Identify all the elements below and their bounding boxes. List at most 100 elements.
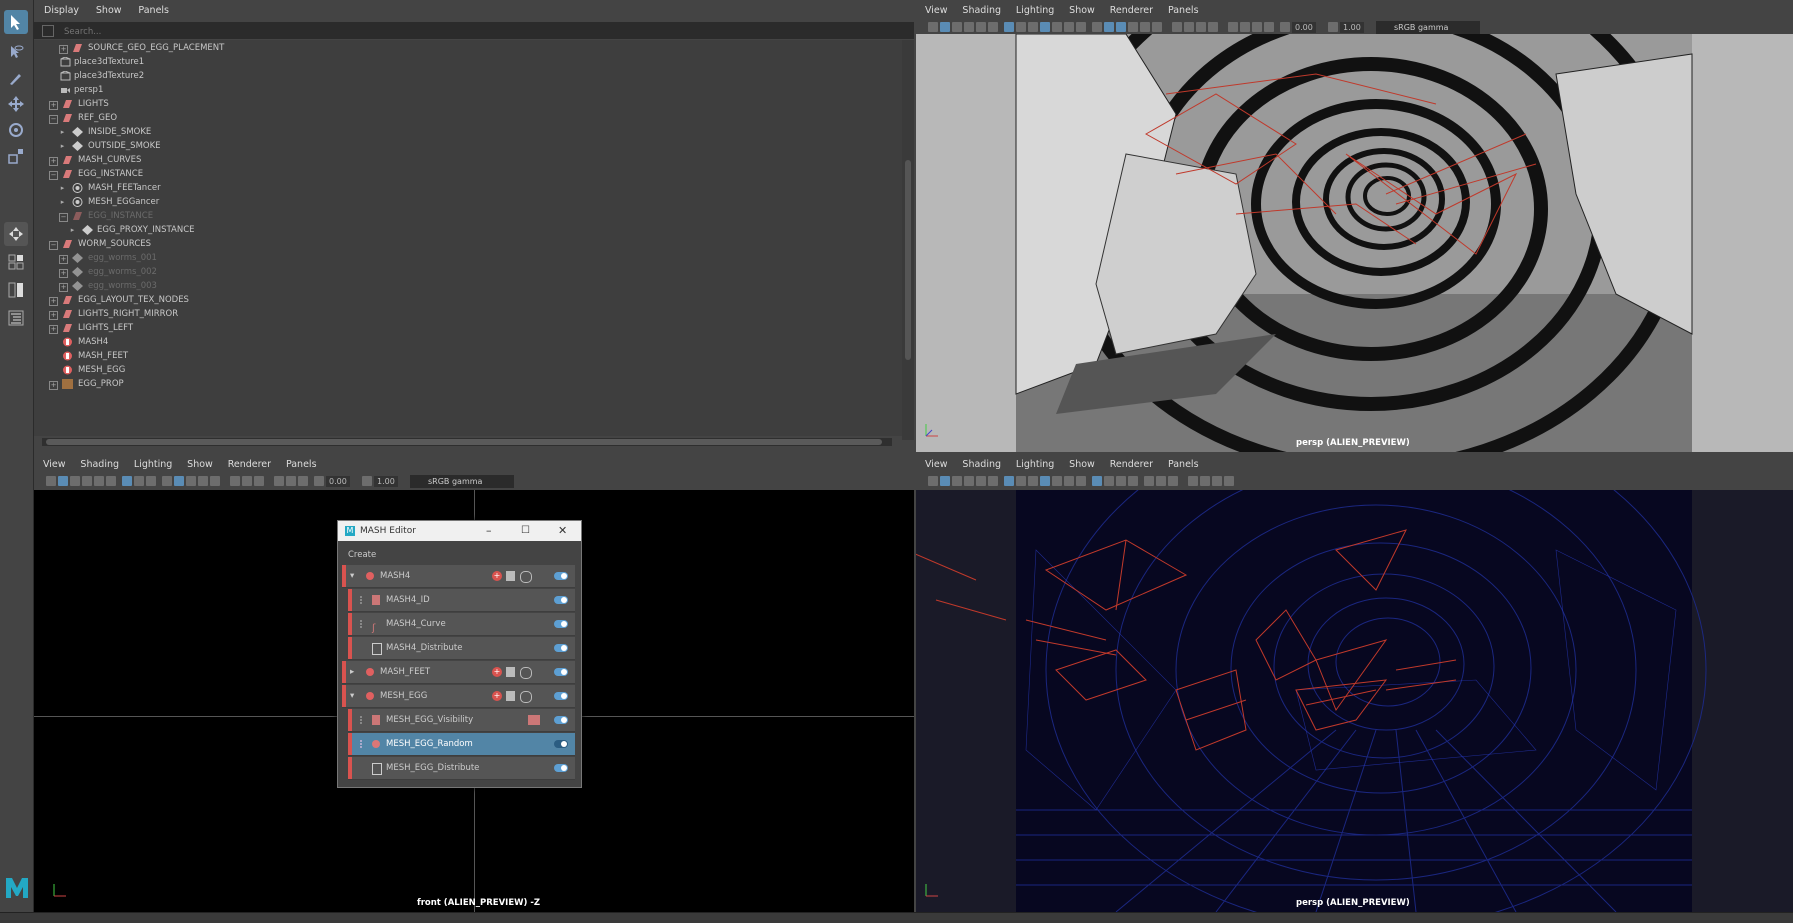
anti-aliasing-icon[interactable]: [254, 476, 264, 486]
scroll-thumb[interactable]: [905, 160, 911, 360]
xray-joints-icon[interactable]: [298, 476, 308, 486]
enable-toggle[interactable]: [554, 764, 568, 772]
mash-menu-create[interactable]: Create: [348, 550, 376, 560]
mash-editor-titlebar[interactable]: M MASH Editor – ☐ ✕: [338, 521, 581, 541]
expand-arrow-icon[interactable]: ▸: [59, 143, 66, 150]
search-options-icon[interactable]: [42, 25, 54, 37]
last-tool-icon[interactable]: [4, 222, 28, 246]
minimize-icon[interactable]: –: [486, 521, 492, 541]
camera-lock-icon[interactable]: [940, 476, 950, 486]
mash-network-row[interactable]: ▾ MASH4 +: [342, 565, 575, 588]
move-tool-icon[interactable]: [4, 92, 28, 116]
xray-joints-icon[interactable]: [1252, 22, 1262, 32]
motion-blur-icon[interactable]: [1156, 476, 1166, 486]
notes-icon[interactable]: [506, 667, 515, 677]
link-icon[interactable]: [520, 691, 532, 703]
shadows-icon[interactable]: [1152, 22, 1162, 32]
enable-toggle[interactable]: [554, 644, 568, 652]
lights-icon[interactable]: [1140, 22, 1150, 32]
grease-pencil-icon[interactable]: [988, 476, 998, 486]
add-node-icon[interactable]: +: [492, 667, 502, 677]
drag-handle-icon[interactable]: [360, 596, 366, 604]
outliner-horizontal-scrollbar[interactable]: [42, 438, 892, 446]
isolate-select-icon[interactable]: [1188, 476, 1198, 486]
resolution-gate-icon[interactable]: [146, 476, 156, 486]
backface-icon[interactable]: [1264, 22, 1274, 32]
viewport-menu-panels[interactable]: Panels: [1168, 459, 1199, 470]
drag-handle-icon[interactable]: [360, 620, 366, 628]
expand-icon[interactable]: +: [59, 45, 68, 54]
field-chart-icon[interactable]: [1052, 476, 1062, 486]
mash-network-row[interactable]: ▾ MESH_EGG +: [342, 685, 575, 708]
add-node-icon[interactable]: +: [492, 571, 502, 581]
safe-title-icon[interactable]: [1076, 22, 1086, 32]
grid-icon[interactable]: [122, 476, 132, 486]
field-chart-icon[interactable]: [1052, 22, 1062, 32]
grid-icon[interactable]: [1004, 476, 1014, 486]
enable-toggle[interactable]: [554, 692, 568, 700]
layout-two-view-icon[interactable]: [4, 278, 28, 302]
viewport-menu-shading[interactable]: Shading: [962, 459, 1001, 470]
mash-node-row[interactable]: MASH4_Distribute: [348, 637, 575, 660]
lights-icon[interactable]: [1128, 476, 1138, 486]
viewport-menu-show[interactable]: Show: [1069, 459, 1095, 470]
isolate-select-icon[interactable]: [274, 476, 284, 486]
textured-icon[interactable]: [1128, 22, 1138, 32]
scroll-thumb[interactable]: [46, 439, 882, 445]
gate-mask-icon[interactable]: [1040, 476, 1050, 486]
xray-icon[interactable]: [1240, 22, 1250, 32]
gamma-field[interactable]: 1.00: [1340, 22, 1364, 33]
outliner-menu-display[interactable]: Display: [44, 5, 79, 16]
film-gate-icon[interactable]: [134, 476, 144, 486]
safe-action-icon[interactable]: [1064, 22, 1074, 32]
expand-icon[interactable]: +: [59, 269, 68, 278]
close-icon[interactable]: ✕: [558, 521, 567, 541]
viewport-menu-view[interactable]: View: [43, 459, 66, 470]
gamma-icon[interactable]: [1328, 22, 1338, 32]
enable-toggle[interactable]: [554, 740, 568, 748]
collapse-icon[interactable]: −: [49, 241, 58, 250]
colorspace-dropdown[interactable]: sRGB gamma: [1376, 21, 1480, 34]
camera-lock-icon[interactable]: [940, 22, 950, 32]
drag-handle-icon[interactable]: [360, 740, 366, 748]
resolution-gate-icon[interactable]: [1028, 22, 1038, 32]
link-icon[interactable]: [520, 571, 532, 583]
viewport-menu-lighting[interactable]: Lighting: [134, 459, 172, 470]
viewport-menu-shading[interactable]: Shading: [962, 5, 1001, 16]
add-node-icon[interactable]: +: [492, 691, 502, 701]
viewport-menu-lighting[interactable]: Lighting: [1016, 5, 1054, 16]
xray-icon[interactable]: [286, 476, 296, 486]
wireframe-icon[interactable]: [1092, 22, 1102, 32]
bookmark-icon[interactable]: [952, 476, 962, 486]
expand-icon[interactable]: +: [49, 157, 58, 166]
viewport-menu-renderer[interactable]: Renderer: [228, 459, 271, 470]
bookmark-icon[interactable]: [70, 476, 80, 486]
motion-blur-icon[interactable]: [242, 476, 252, 486]
collapse-arrow-icon[interactable]: ▾: [350, 565, 354, 587]
viewport-menu-show[interactable]: Show: [187, 459, 213, 470]
collapse-icon[interactable]: −: [49, 115, 58, 124]
camera-icon[interactable]: [928, 476, 938, 486]
ambient-occlusion-icon[interactable]: [1144, 476, 1154, 486]
paint-select-tool-icon[interactable]: [4, 66, 28, 90]
collapse-arrow-icon[interactable]: ▾: [350, 685, 354, 707]
exposure-field[interactable]: 0.00: [1292, 22, 1316, 33]
gamma-field[interactable]: 1.00: [374, 476, 398, 487]
smooth-shade-icon[interactable]: [1104, 22, 1114, 32]
expand-arrow-icon[interactable]: ▸: [59, 185, 66, 192]
viewport-menu-view[interactable]: View: [925, 459, 948, 470]
expand-icon[interactable]: +: [49, 311, 58, 320]
enable-toggle[interactable]: [554, 668, 568, 676]
film-gate-icon[interactable]: [1016, 476, 1026, 486]
2d-pan-icon[interactable]: [976, 22, 986, 32]
collapse-icon[interactable]: −: [49, 171, 58, 180]
2d-pan-icon[interactable]: [94, 476, 104, 486]
anti-aliasing-icon[interactable]: [1196, 22, 1206, 32]
expand-icon[interactable]: +: [49, 297, 58, 306]
viewport-menu-shading[interactable]: Shading: [80, 459, 119, 470]
viewport-menu-lighting[interactable]: Lighting: [1016, 459, 1054, 470]
expand-icon[interactable]: +: [49, 101, 58, 110]
viewport-menu-show[interactable]: Show: [1069, 5, 1095, 16]
wireframe-on-shaded-icon[interactable]: [1116, 22, 1126, 32]
expand-icon[interactable]: +: [59, 255, 68, 264]
